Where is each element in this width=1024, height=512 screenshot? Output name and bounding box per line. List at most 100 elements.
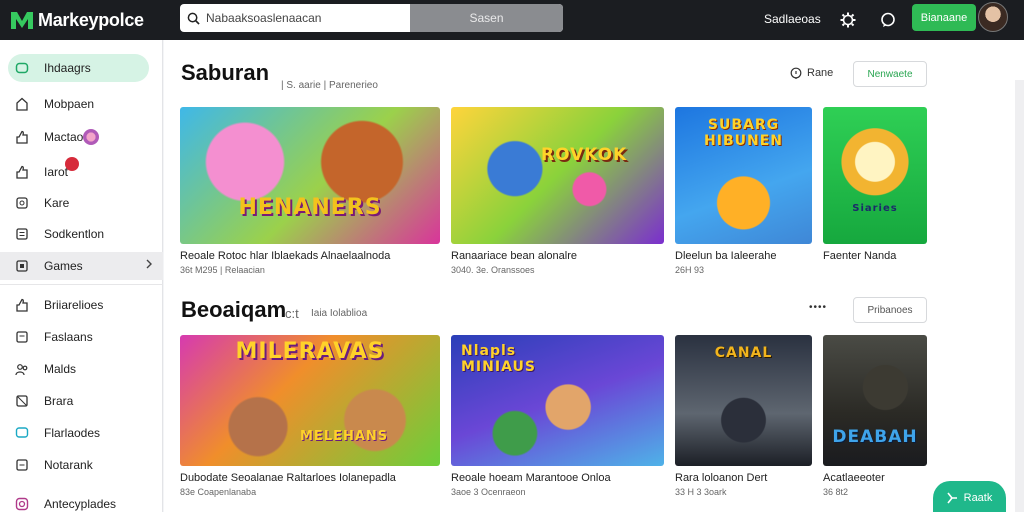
- sidebar-item-home[interactable]: Ihdaagrs: [8, 54, 149, 82]
- note-icon: [14, 457, 30, 473]
- game-title[interactable]: Rara loloanon Dert: [675, 472, 812, 484]
- game-title[interactable]: Dleelun ba Ialeerahe: [675, 250, 812, 262]
- sidebar-item-label: Brara: [44, 394, 74, 408]
- game-thumbnail[interactable]: DEABAH: [823, 335, 927, 466]
- sidebar-item-faslaans[interactable]: Faslaans: [8, 323, 163, 351]
- section-action-button[interactable]: Nenwaete: [853, 61, 927, 87]
- sidebar-item-flarlaodes[interactable]: Flarlaodes: [8, 419, 163, 447]
- game-thumbnail[interactable]: ROVKOK: [451, 107, 664, 244]
- top-bar: Markeypolce Sasen Sadlaeoas Bianaane: [0, 0, 1024, 40]
- section-action-button[interactable]: Pribanoes: [853, 297, 927, 323]
- game-thumbnail[interactable]: HENANERS: [180, 107, 440, 244]
- game-art-title: ROVKOK: [541, 145, 628, 165]
- sidebar-item-iarot[interactable]: Iarot: [8, 157, 163, 186]
- game-card[interactable]: CANAL Rara loloanon Dert 33 H 3 3oark: [675, 335, 812, 497]
- section-link[interactable]: Rane: [790, 67, 833, 79]
- primary-cta-button[interactable]: Bianaane: [912, 4, 976, 31]
- game-thumbnail[interactable]: SUBARG HIBUNEN: [675, 107, 812, 244]
- game-title[interactable]: Reoale hoeam Marantooe Onloa: [451, 472, 664, 484]
- sidebar-item-mactao[interactable]: Mactao: [8, 123, 163, 151]
- game-card[interactable]: SUBARG HIBUNEN Dleelun ba Ialeerahe 26H …: [675, 107, 812, 275]
- sidebar-item-kare[interactable]: Kare: [8, 189, 163, 217]
- logo[interactable]: Markeypolce: [10, 9, 170, 31]
- search-input[interactable]: [206, 4, 410, 32]
- sidebar-item-brara[interactable]: Brara: [8, 387, 163, 415]
- game-card[interactable]: ROVKOK Ranaariace bean alonalre 3040. 3e…: [451, 107, 664, 275]
- chevron-right-icon: [145, 258, 153, 273]
- document-icon: [14, 329, 30, 345]
- grid-icon: [14, 393, 30, 409]
- game-card[interactable]: Siaries Faenter Nanda: [823, 107, 927, 262]
- game-title[interactable]: Reoale Rotoc hlar Iblaekads Alnaelaalnod…: [180, 250, 440, 262]
- section-title: Saburan: [181, 60, 270, 85]
- sparkle-icon: [947, 492, 957, 504]
- sidebar-item-notarank[interactable]: Notarank: [8, 451, 163, 479]
- sidebar-item-games[interactable]: Games: [0, 252, 163, 280]
- sidebar-item-antecyplades[interactable]: Antecyplades: [8, 490, 163, 512]
- heart-badge-icon: [65, 157, 79, 171]
- game-thumbnail[interactable]: Nlapls MINIAUS: [451, 335, 664, 466]
- sidebar-item-label: Sodkentlon: [44, 227, 105, 241]
- game-title[interactable]: Acatlaeeoter: [823, 472, 927, 484]
- search-button[interactable]: Sasen: [410, 4, 563, 32]
- game-art-title: SUBARG HIBUNEN: [704, 117, 783, 149]
- sidebar-item-label: Games: [44, 259, 83, 273]
- game-card[interactable]: MILERAVAS MELEHANS Dubodate Seoalanae Ra…: [180, 335, 440, 497]
- game-title[interactable]: Dubodate Seoalanae Raltarloes Iolanepadl…: [180, 472, 440, 484]
- search-bar: Sasen: [180, 4, 563, 32]
- sidebar-item-sodkentlon[interactable]: Sodkentlon: [8, 220, 163, 248]
- sidebar-item-briiarelioes[interactable]: Briiarelioes: [8, 291, 163, 319]
- sidebar-item-label: Antecyplades: [44, 497, 117, 511]
- game-meta: 33 H 3 3oark: [675, 487, 727, 497]
- scrollbar[interactable]: [1015, 80, 1024, 512]
- sidebar-item-mobile[interactable]: Mobpaen: [8, 90, 163, 118]
- sidebar-item-label: Iarot: [44, 165, 69, 179]
- chat-bubble-icon: [14, 425, 30, 441]
- game-thumbnail[interactable]: Siaries: [823, 107, 927, 244]
- notification-badge: [83, 129, 99, 145]
- search-icon: [180, 4, 206, 32]
- game-card[interactable]: DEABAH Acatlaeeoter 36 8t2: [823, 335, 927, 497]
- more-options-label: ••••: [809, 302, 828, 313]
- top-link[interactable]: Sadlaeoas: [764, 12, 821, 26]
- floating-action-button[interactable]: Raatk: [933, 481, 1006, 512]
- game-title[interactable]: Ranaariace bean alonalre: [451, 250, 664, 262]
- game-title[interactable]: Faenter Nanda: [823, 250, 927, 262]
- like-icon: [14, 164, 30, 180]
- sidebar-item-malds[interactable]: Malds: [8, 355, 163, 383]
- game-card[interactable]: HENANERS Reoale Rotoc hlar Iblaekads Aln…: [180, 107, 440, 275]
- game-art-subtitle: MELEHANS: [300, 429, 389, 444]
- info-icon: [790, 67, 802, 79]
- house-icon: [14, 96, 30, 112]
- thumb-icon: [14, 129, 30, 145]
- game-meta: 26H 93: [675, 265, 705, 275]
- sidebar-divider: [0, 284, 163, 285]
- sidebar-item-label: Mactao: [44, 130, 84, 144]
- game-card[interactable]: Nlapls MINIAUS Reoale hoeam Marantooe On…: [451, 335, 664, 497]
- logo-icon: [11, 12, 33, 29]
- sidebar-item-label: Faslaans: [44, 330, 93, 344]
- section-subtitle: | S. aarie | Parenerieo: [281, 80, 378, 91]
- game-meta: 3aoe 3 Ocenraeon: [451, 487, 526, 497]
- game-art-title: CANAL: [714, 345, 773, 361]
- main-content: Saburan | S. aarie | Parenerieo Rane Nen…: [164, 40, 1024, 512]
- sidebar-item-label: Malds: [44, 362, 77, 376]
- more-options-icon[interactable]: ••••: [809, 302, 827, 313]
- game-meta: 36t M295 | Relaacian: [180, 265, 265, 275]
- sidebar-item-label: Briiarelioes: [44, 298, 104, 312]
- game-thumbnail[interactable]: CANAL: [675, 335, 812, 466]
- people-icon: [14, 361, 30, 377]
- section-title-suffix: c:t: [285, 306, 299, 321]
- game-meta: 83e Coapenlanaba: [180, 487, 257, 497]
- section-link-label: Rane: [807, 67, 834, 79]
- game-thumbnail[interactable]: MILERAVAS MELEHANS: [180, 335, 440, 466]
- game-art-title: DEABAH: [832, 427, 918, 447]
- game-art-title: MILERAVAS: [235, 339, 385, 364]
- gear-icon[interactable]: [838, 10, 858, 30]
- user-avatar[interactable]: [978, 2, 1008, 32]
- game-art-title: Siaries: [852, 203, 898, 214]
- sidebar-item-label: Ihdaagrs: [44, 61, 91, 75]
- home-icon: [14, 60, 30, 76]
- fab-label: Raatk: [963, 492, 993, 504]
- chat-icon[interactable]: [878, 10, 898, 30]
